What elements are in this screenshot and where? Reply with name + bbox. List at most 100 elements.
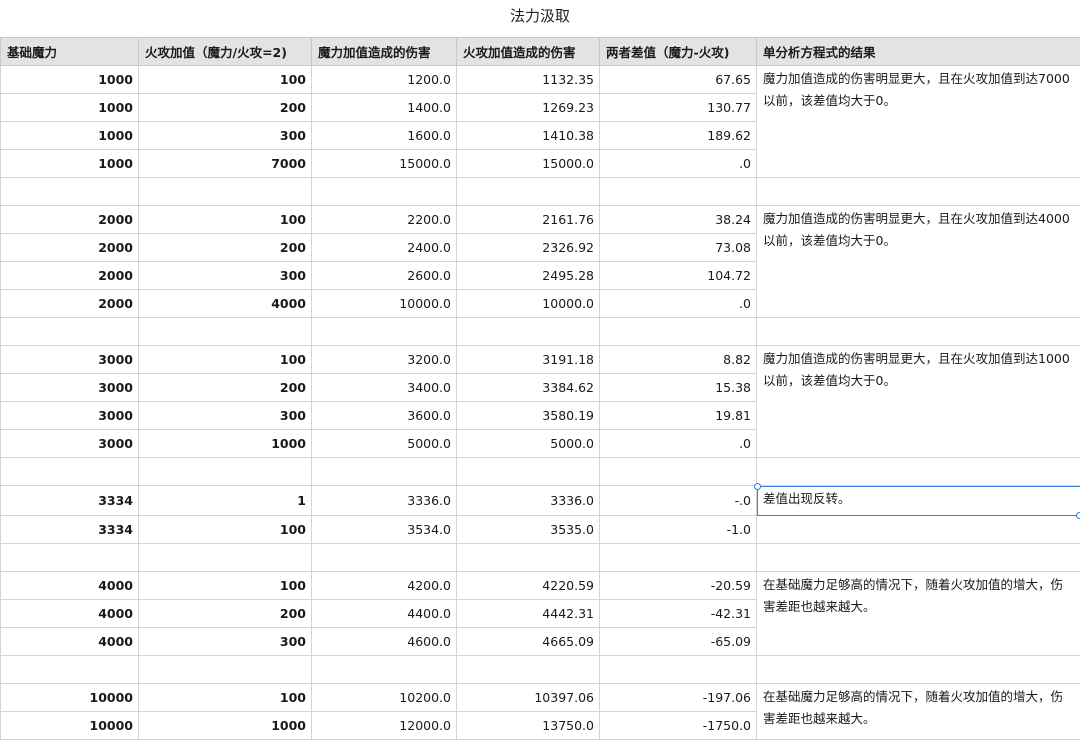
cell-fire-damage[interactable]: 10397.06 <box>457 684 600 712</box>
cell-difference[interactable]: 189.62 <box>600 122 757 150</box>
cell-base-mana[interactable]: 3000 <box>1 430 139 458</box>
empty-cell[interactable] <box>1 656 139 684</box>
cell-base-mana[interactable]: 1000 <box>1 94 139 122</box>
header-fire-damage[interactable]: 火攻加值造成的伤害 <box>457 38 600 66</box>
cell-difference[interactable]: .0 <box>600 430 757 458</box>
cell-fire-damage[interactable]: 4442.31 <box>457 600 600 628</box>
empty-cell[interactable] <box>1 544 139 572</box>
cell-fire-damage[interactable]: 4665.09 <box>457 628 600 656</box>
header-base-mana[interactable]: 基础魔力 <box>1 38 139 66</box>
empty-cell[interactable] <box>1 458 139 486</box>
cell-fire-damage[interactable]: 4220.59 <box>457 572 600 600</box>
cell-difference[interactable]: .0 <box>600 290 757 318</box>
analysis-note-cell[interactable]: 魔力加值造成的伤害明显更大，且在火攻加值到达1000以前，该差值均大于0。 <box>757 346 1080 458</box>
empty-cell[interactable] <box>312 656 457 684</box>
analysis-note-cell[interactable]: 在基础魔力足够高的情况下，随着火攻加值的增大，伤害差距也越来越大。 <box>757 684 1080 740</box>
cell-fire-bonus[interactable]: 100 <box>139 66 312 94</box>
cell-mana-damage[interactable]: 4200.0 <box>312 572 457 600</box>
empty-cell[interactable] <box>139 318 312 346</box>
cell-mana-damage[interactable]: 3534.0 <box>312 516 457 544</box>
cell-fire-damage[interactable]: 3384.62 <box>457 374 600 402</box>
cell-fire-bonus[interactable]: 100 <box>139 206 312 234</box>
cell-base-mana[interactable]: 4000 <box>1 600 139 628</box>
empty-cell[interactable] <box>139 178 312 206</box>
header-mana-damage[interactable]: 魔力加值造成的伤害 <box>312 38 457 66</box>
cell-fire-damage[interactable]: 2495.28 <box>457 262 600 290</box>
cell-mana-damage[interactable]: 3400.0 <box>312 374 457 402</box>
cell-mana-damage[interactable]: 2400.0 <box>312 234 457 262</box>
cell-fire-bonus[interactable]: 1000 <box>139 712 312 740</box>
cell-fire-bonus[interactable]: 300 <box>139 122 312 150</box>
cell-base-mana[interactable]: 3000 <box>1 374 139 402</box>
cell-mana-damage[interactable]: 15000.0 <box>312 150 457 178</box>
cell-mana-damage[interactable]: 10000.0 <box>312 290 457 318</box>
cell-difference[interactable]: 15.38 <box>600 374 757 402</box>
cell-difference[interactable]: 73.08 <box>600 234 757 262</box>
cell-fire-damage[interactable]: 1269.23 <box>457 94 600 122</box>
empty-cell[interactable] <box>600 656 757 684</box>
empty-cell[interactable] <box>757 516 1080 544</box>
cell-fire-bonus[interactable]: 200 <box>139 234 312 262</box>
header-fire-bonus[interactable]: 火攻加值（魔力/火攻=2) <box>139 38 312 66</box>
empty-cell[interactable] <box>312 544 457 572</box>
cell-difference[interactable]: -42.31 <box>600 600 757 628</box>
empty-cell[interactable] <box>139 458 312 486</box>
cell-difference[interactable]: 19.81 <box>600 402 757 430</box>
cell-mana-damage[interactable]: 10200.0 <box>312 684 457 712</box>
empty-cell[interactable] <box>757 656 1080 684</box>
cell-base-mana[interactable]: 10000 <box>1 712 139 740</box>
cell-base-mana[interactable]: 2000 <box>1 290 139 318</box>
empty-cell[interactable] <box>757 178 1080 206</box>
cell-mana-damage[interactable]: 1600.0 <box>312 122 457 150</box>
cell-difference[interactable]: -197.06 <box>600 684 757 712</box>
cell-fire-bonus[interactable]: 1000 <box>139 430 312 458</box>
cell-mana-damage[interactable]: 5000.0 <box>312 430 457 458</box>
cell-fire-bonus[interactable]: 300 <box>139 262 312 290</box>
cell-mana-damage[interactable]: 4600.0 <box>312 628 457 656</box>
cell-mana-damage[interactable]: 2600.0 <box>312 262 457 290</box>
cell-fire-bonus[interactable]: 100 <box>139 516 312 544</box>
cell-fire-damage[interactable]: 5000.0 <box>457 430 600 458</box>
empty-cell[interactable] <box>312 318 457 346</box>
empty-cell[interactable] <box>312 178 457 206</box>
analysis-note-cell[interactable]: 在基础魔力足够高的情况下，随着火攻加值的增大，伤害差距也越来越大。 <box>757 572 1080 656</box>
cell-base-mana[interactable]: 1000 <box>1 66 139 94</box>
empty-cell[interactable] <box>312 458 457 486</box>
empty-cell[interactable] <box>600 318 757 346</box>
cell-base-mana[interactable]: 2000 <box>1 206 139 234</box>
cell-fire-bonus[interactable]: 100 <box>139 346 312 374</box>
empty-cell[interactable] <box>600 544 757 572</box>
cell-fire-damage[interactable]: 3580.19 <box>457 402 600 430</box>
cell-fire-damage[interactable]: 3191.18 <box>457 346 600 374</box>
cell-fire-bonus[interactable]: 100 <box>139 684 312 712</box>
cell-difference[interactable]: -65.09 <box>600 628 757 656</box>
cell-difference[interactable]: -.0 <box>600 486 757 516</box>
cell-mana-damage[interactable]: 12000.0 <box>312 712 457 740</box>
cell-base-mana[interactable]: 3334 <box>1 486 139 516</box>
empty-cell[interactable] <box>1 318 139 346</box>
cell-fire-damage[interactable]: 13750.0 <box>457 712 600 740</box>
cell-fire-damage[interactable]: 1410.38 <box>457 122 600 150</box>
cell-mana-damage[interactable]: 3600.0 <box>312 402 457 430</box>
empty-cell[interactable] <box>457 458 600 486</box>
empty-cell[interactable] <box>757 544 1080 572</box>
cell-difference[interactable]: 130.77 <box>600 94 757 122</box>
cell-fire-bonus[interactable]: 200 <box>139 374 312 402</box>
cell-mana-damage[interactable]: 3336.0 <box>312 486 457 516</box>
cell-difference[interactable]: -1750.0 <box>600 712 757 740</box>
cell-base-mana[interactable]: 4000 <box>1 628 139 656</box>
selection-handle-top[interactable] <box>754 483 761 490</box>
empty-cell[interactable] <box>457 656 600 684</box>
cell-fire-bonus[interactable]: 200 <box>139 600 312 628</box>
empty-cell[interactable] <box>457 318 600 346</box>
cell-fire-damage[interactable]: 2326.92 <box>457 234 600 262</box>
cell-mana-damage[interactable]: 4400.0 <box>312 600 457 628</box>
cell-base-mana[interactable]: 1000 <box>1 150 139 178</box>
cell-mana-damage[interactable]: 1400.0 <box>312 94 457 122</box>
cell-fire-damage[interactable]: 15000.0 <box>457 150 600 178</box>
header-difference[interactable]: 两者差值（魔力-火攻) <box>600 38 757 66</box>
cell-difference[interactable]: 104.72 <box>600 262 757 290</box>
cell-fire-damage[interactable]: 3535.0 <box>457 516 600 544</box>
cell-base-mana[interactable]: 3000 <box>1 402 139 430</box>
cell-base-mana[interactable]: 2000 <box>1 262 139 290</box>
